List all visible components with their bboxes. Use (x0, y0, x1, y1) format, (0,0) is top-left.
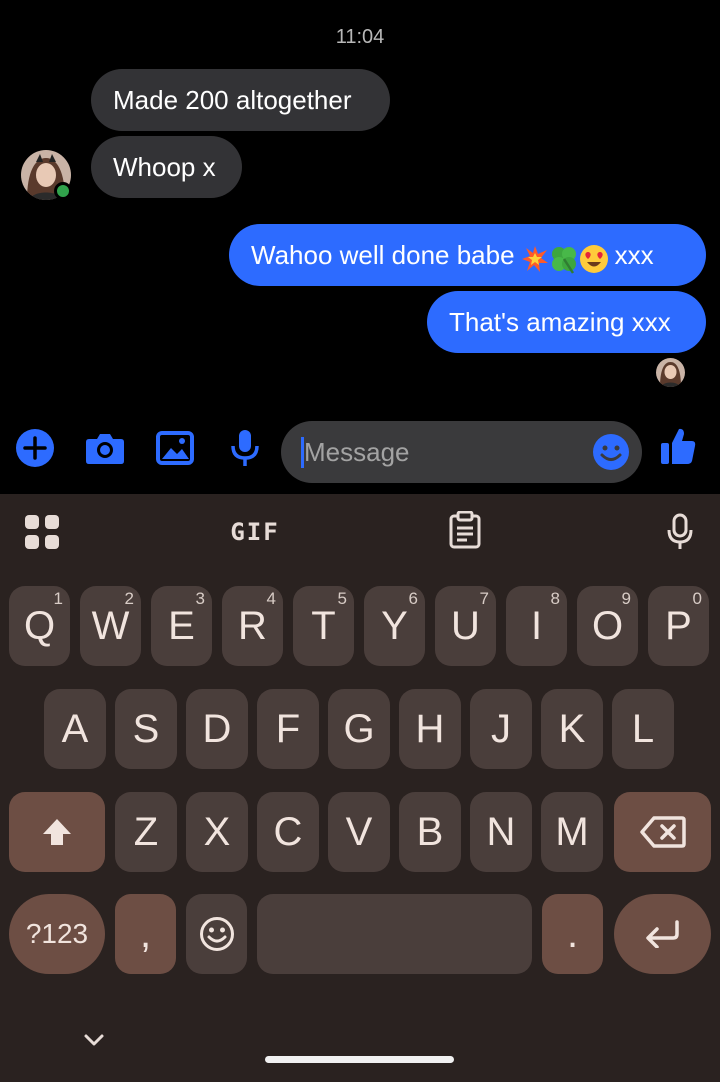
key-j[interactable]: J (470, 689, 532, 769)
read-receipt-avatar (656, 358, 685, 387)
message-input[interactable]: Message (281, 421, 642, 483)
key-h[interactable]: H (399, 689, 461, 769)
key-w[interactable]: W2 (80, 586, 141, 666)
key-k[interactable]: K (541, 689, 603, 769)
message-text: Wahoo well done babe (251, 240, 515, 270)
enter-arrow-icon (645, 920, 679, 948)
mic-icon (231, 430, 259, 466)
key-c[interactable]: C (257, 792, 319, 872)
key-x[interactable]: X (186, 792, 248, 872)
key-f[interactable]: F (257, 689, 319, 769)
camera-button[interactable] (85, 428, 125, 468)
plus-button[interactable] (15, 428, 55, 468)
emoji-key[interactable] (186, 894, 247, 974)
key-b[interactable]: B (399, 792, 461, 872)
collision-emoji-icon (521, 246, 548, 273)
plus-icon (16, 429, 54, 467)
voice-typing-button[interactable] (660, 512, 700, 552)
enter-key[interactable] (614, 894, 711, 974)
key-g[interactable]: G (328, 689, 390, 769)
keyboard (0, 494, 720, 1082)
gallery-button[interactable] (155, 428, 195, 468)
image-icon (156, 431, 194, 465)
message-bubble-outgoing[interactable]: Wahoo well done babe xxx (229, 224, 706, 286)
key-m[interactable]: M (541, 792, 603, 872)
four-leaf-clover-emoji-icon (551, 247, 576, 274)
key-n[interactable]: N (470, 792, 532, 872)
voice-message-button[interactable] (225, 428, 265, 468)
message-text: xxx (614, 240, 654, 270)
message-placeholder: Message (304, 437, 410, 467)
key-o[interactable]: O9 (577, 586, 638, 666)
key-i[interactable]: I8 (506, 586, 567, 666)
shift-key[interactable] (9, 792, 105, 872)
emoji-icon (593, 434, 629, 470)
key-p[interactable]: P0 (648, 586, 709, 666)
chevron-down-icon (84, 1034, 104, 1046)
period-key[interactable]: . (542, 894, 603, 974)
backspace-key[interactable] (614, 792, 711, 872)
message-bubble-incoming[interactable]: Whoop x (91, 136, 242, 198)
message-bubble-outgoing[interactable]: That's amazing xxx (427, 291, 706, 353)
key-l[interactable]: L (612, 689, 674, 769)
key-u[interactable]: U7 (435, 586, 496, 666)
key-r[interactable]: R4 (222, 586, 283, 666)
emoji-button[interactable] (592, 433, 630, 471)
message-emojis (521, 226, 609, 288)
message-bubble-incoming[interactable]: Made 200 altogether (91, 69, 390, 131)
key-e[interactable]: E3 (151, 586, 212, 666)
backspace-icon (639, 816, 686, 848)
key-d[interactable]: D (186, 689, 248, 769)
hide-keyboard-button[interactable] (80, 1026, 108, 1054)
clipboard-button[interactable] (445, 510, 485, 550)
chat-timestamp: 11:04 (335, 26, 385, 48)
like-button[interactable] (658, 426, 698, 466)
online-status-dot (54, 182, 72, 200)
emoji-icon (199, 917, 234, 951)
comma-key[interactable]: , (115, 894, 176, 974)
key-v[interactable]: V (328, 792, 390, 872)
heart-eyes-emoji-icon (579, 245, 608, 274)
key-t[interactable]: T5 (293, 586, 354, 666)
thumbs-up-icon (661, 428, 696, 464)
apps-grid-button[interactable] (22, 512, 62, 552)
apps-grid-icon (25, 515, 59, 549)
gif-button[interactable]: GIF (220, 512, 290, 552)
mic-icon (667, 513, 693, 549)
key-a[interactable]: A (44, 689, 106, 769)
key-q[interactable]: Q1 (9, 586, 70, 666)
camera-icon (86, 434, 124, 464)
key-s[interactable]: S (115, 689, 177, 769)
symbols-key[interactable]: ?123 (9, 894, 105, 974)
key-y[interactable]: Y6 (364, 586, 425, 666)
home-gesture-handle[interactable] (265, 1056, 454, 1063)
shift-arrow-icon (43, 819, 71, 845)
space-key[interactable] (257, 894, 532, 974)
clipboard-icon (449, 511, 481, 549)
key-z[interactable]: Z (115, 792, 177, 872)
